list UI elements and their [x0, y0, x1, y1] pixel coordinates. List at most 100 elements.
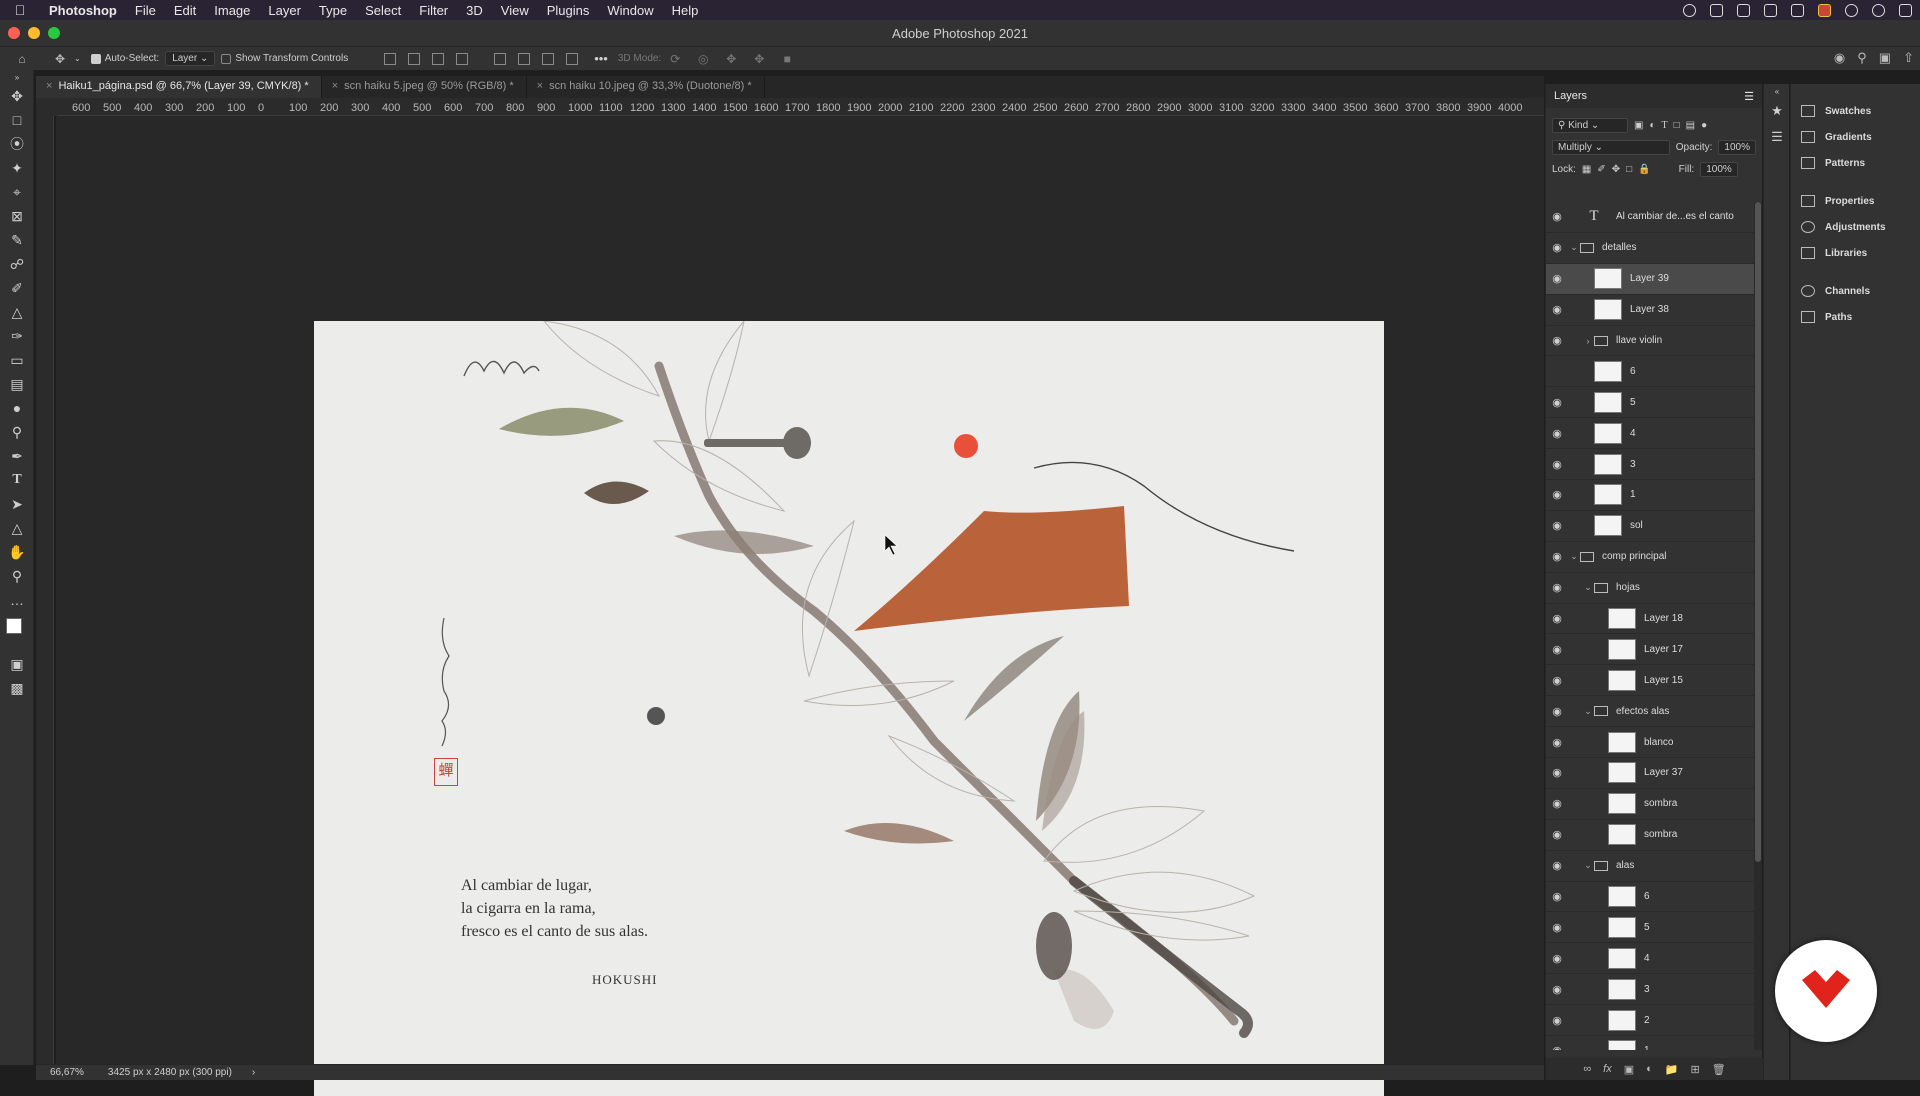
layer-row[interactable]: ◉ Layer 39 [1546, 263, 1754, 295]
layer-name[interactable]: 6 [1630, 366, 1636, 377]
layer-row[interactable]: ◉ Layer 38 [1546, 295, 1754, 326]
zoom-level[interactable]: 66,67% [50, 1067, 84, 1078]
layer-name[interactable]: Layer 17 [1644, 644, 1683, 655]
clone-stamp-tool-icon[interactable]: △ [0, 300, 34, 324]
screen-mode-icon[interactable]: ▩ [0, 676, 34, 700]
layer-name[interactable]: sombra [1644, 829, 1677, 840]
visibility-eye-icon[interactable]: ◉ [1546, 303, 1568, 316]
close-window-button[interactable] [8, 27, 20, 39]
distribute-button[interactable] [566, 52, 579, 65]
filter-adjustment-icon[interactable]: ◐ [1649, 120, 1655, 131]
visibility-eye-icon[interactable]: ◉ [1546, 272, 1568, 285]
lock-artboard-icon[interactable]: □ [1626, 164, 1632, 175]
3d-roll-icon[interactable]: ◎ [695, 51, 711, 67]
3d-pan-icon[interactable]: ✥ [723, 51, 739, 67]
collapse-toolbar-icon[interactable]: » [0, 70, 34, 84]
zoom-window-button[interactable] [48, 27, 60, 39]
visibility-eye-icon[interactable]: ◉ [1546, 952, 1568, 965]
channels-panel-tab[interactable]: Channels [1791, 278, 1920, 304]
menu-plugins[interactable]: Plugins [538, 3, 599, 18]
layer-row[interactable]: ◉ 4 [1546, 943, 1754, 975]
layer-row[interactable]: ◉6 [1546, 356, 1754, 388]
layer-name[interactable]: 4 [1630, 428, 1636, 439]
layer-group-row[interactable]: ◉ ⌄ efectos alas [1546, 696, 1754, 728]
tab-haiku1-pagina[interactable]: × Haiku1_página.psd @ 66,7% (Layer 39, CM… [36, 76, 322, 98]
filter-type-icon[interactable]: T [1662, 120, 1668, 131]
blend-mode-dropdown[interactable]: Multiply ⌄ [1552, 139, 1670, 155]
layer-row[interactable]: ◉ 3 [1546, 449, 1754, 481]
workspace-icon[interactable]: ▣ [1879, 50, 1891, 66]
move-tool-icon[interactable]: ✥ [0, 84, 34, 108]
crop-tool-icon[interactable]: ⌖ [0, 180, 34, 204]
lock-transparent-icon[interactable]: ▦ [1582, 164, 1591, 175]
adjustments-panel-tab[interactable]: Adjustments [1791, 214, 1920, 240]
close-tab-icon[interactable]: × [332, 80, 338, 92]
canvas-area[interactable]: 蟬 Al cambiar de lugar, la cigarra en la … [56, 116, 1544, 1096]
visibility-eye-icon[interactable]: ◉ [1546, 334, 1568, 347]
user-icon[interactable] [1872, 3, 1885, 17]
new-layer-icon[interactable]: ⊞ [1690, 1063, 1699, 1076]
panel-menu-icon[interactable]: ☰ [1744, 90, 1754, 103]
layer-row[interactable]: ◉6 [1546, 882, 1754, 913]
layer-group-row[interactable]: ◉ › llave violin [1546, 326, 1754, 357]
gradients-panel-tab[interactable]: Gradients [1791, 124, 1920, 150]
layer-row[interactable]: ◉ Layer 37 [1546, 758, 1754, 789]
visibility-eye-icon[interactable]: ◉ [1546, 983, 1568, 996]
zoom-tool-icon[interactable]: ⚲ [0, 564, 34, 588]
layer-row[interactable]: ◉ 4 [1546, 418, 1754, 450]
lock-image-icon[interactable]: ✐ [1597, 164, 1605, 175]
frame-tool-icon[interactable]: ⊠ [0, 204, 34, 228]
align-more-button[interactable] [456, 52, 469, 65]
layer-name[interactable]: comp principal [1602, 551, 1666, 562]
layers-list[interactable]: ◉ T Al cambiar de...es el canto ◉ ⌄ detalles ◉… [1546, 202, 1754, 1050]
filter-smart-object-icon[interactable]: ▤ [1686, 120, 1695, 131]
opacity-input[interactable]: 100% [1718, 139, 1756, 155]
eyedropper-tool-icon[interactable]: ✎ [0, 228, 34, 252]
layer-name[interactable]: 1 [1630, 489, 1636, 500]
menu-edit[interactable]: Edit [165, 3, 205, 18]
layer-row[interactable]: ◉ Layer 18 [1546, 604, 1754, 635]
show-transform-checkbox[interactable] [221, 53, 232, 64]
close-tab-icon[interactable]: × [46, 80, 52, 92]
marquee-tool-icon[interactable]: □ [0, 108, 34, 132]
menu-file[interactable]: File [126, 3, 165, 18]
collapse-group-icon[interactable]: ⌄ [1568, 242, 1580, 253]
filter-pixel-icon[interactable]: ▣ [1634, 120, 1643, 131]
visibility-eye-icon[interactable]: ◉ [1546, 1044, 1568, 1050]
collapse-group-icon[interactable]: ⌄ [1582, 706, 1594, 717]
layer-name[interactable]: llave violin [1616, 335, 1662, 346]
collapse-group-icon[interactable]: ⌄ [1582, 582, 1594, 593]
layer-row[interactable]: ◉ 5 [1546, 912, 1754, 944]
properties-panel-tab[interactable]: Properties [1791, 188, 1920, 214]
tab-scn-haiku-5[interactable]: × scn haiku 5.jpeg @ 50% (RGB/8) * [322, 76, 527, 98]
align-bottom-edges-button[interactable] [542, 52, 555, 65]
menu-type[interactable]: Type [310, 3, 356, 18]
history-panel-icon[interactable]: ☰ [1764, 124, 1790, 150]
edit-toolbar-icon[interactable]: … [0, 588, 34, 612]
eraser-tool-icon[interactable]: ▭ [0, 348, 34, 372]
visibility-eye-icon[interactable]: ◉ [1546, 643, 1568, 656]
visibility-eye-icon[interactable]: ◉ [1546, 581, 1568, 594]
visibility-eye-icon[interactable]: ◉ [1546, 890, 1568, 903]
visibility-eye-icon[interactable]: ◉ [1546, 488, 1568, 501]
layer-row[interactable]: ◉1 [1546, 1036, 1754, 1050]
visibility-eye-icon[interactable]: ◉ [1546, 427, 1568, 440]
collapse-group-icon[interactable]: ⌄ [1568, 551, 1580, 562]
visibility-eye-icon[interactable]: ◉ [1546, 612, 1568, 625]
status-menu-chevron-icon[interactable]: › [252, 1067, 255, 1078]
visibility-eye-icon[interactable]: ◉ [1546, 766, 1568, 779]
layer-name[interactable]: 3 [1630, 459, 1636, 470]
apple-icon[interactable]:  [0, 2, 40, 18]
layer-name[interactable]: detalles [1602, 242, 1636, 253]
visibility-eye-icon[interactable]: ◉ [1546, 797, 1568, 810]
layer-name[interactable]: efectos alas [1616, 706, 1669, 717]
layer-row[interactable]: ◉ sol [1546, 511, 1754, 542]
layer-name[interactable]: 3 [1644, 984, 1650, 995]
magic-wand-tool-icon[interactable]: ✦ [0, 156, 34, 180]
path-selection-tool-icon[interactable]: ➤ [0, 492, 34, 516]
layer-row[interactable]: ◉ sombra [1546, 820, 1754, 851]
layer-name[interactable]: 4 [1644, 953, 1650, 964]
filter-toggle-icon[interactable]: ● [1701, 120, 1707, 131]
control-center-icon[interactable] [1899, 3, 1912, 17]
color-swatches[interactable] [0, 612, 33, 652]
